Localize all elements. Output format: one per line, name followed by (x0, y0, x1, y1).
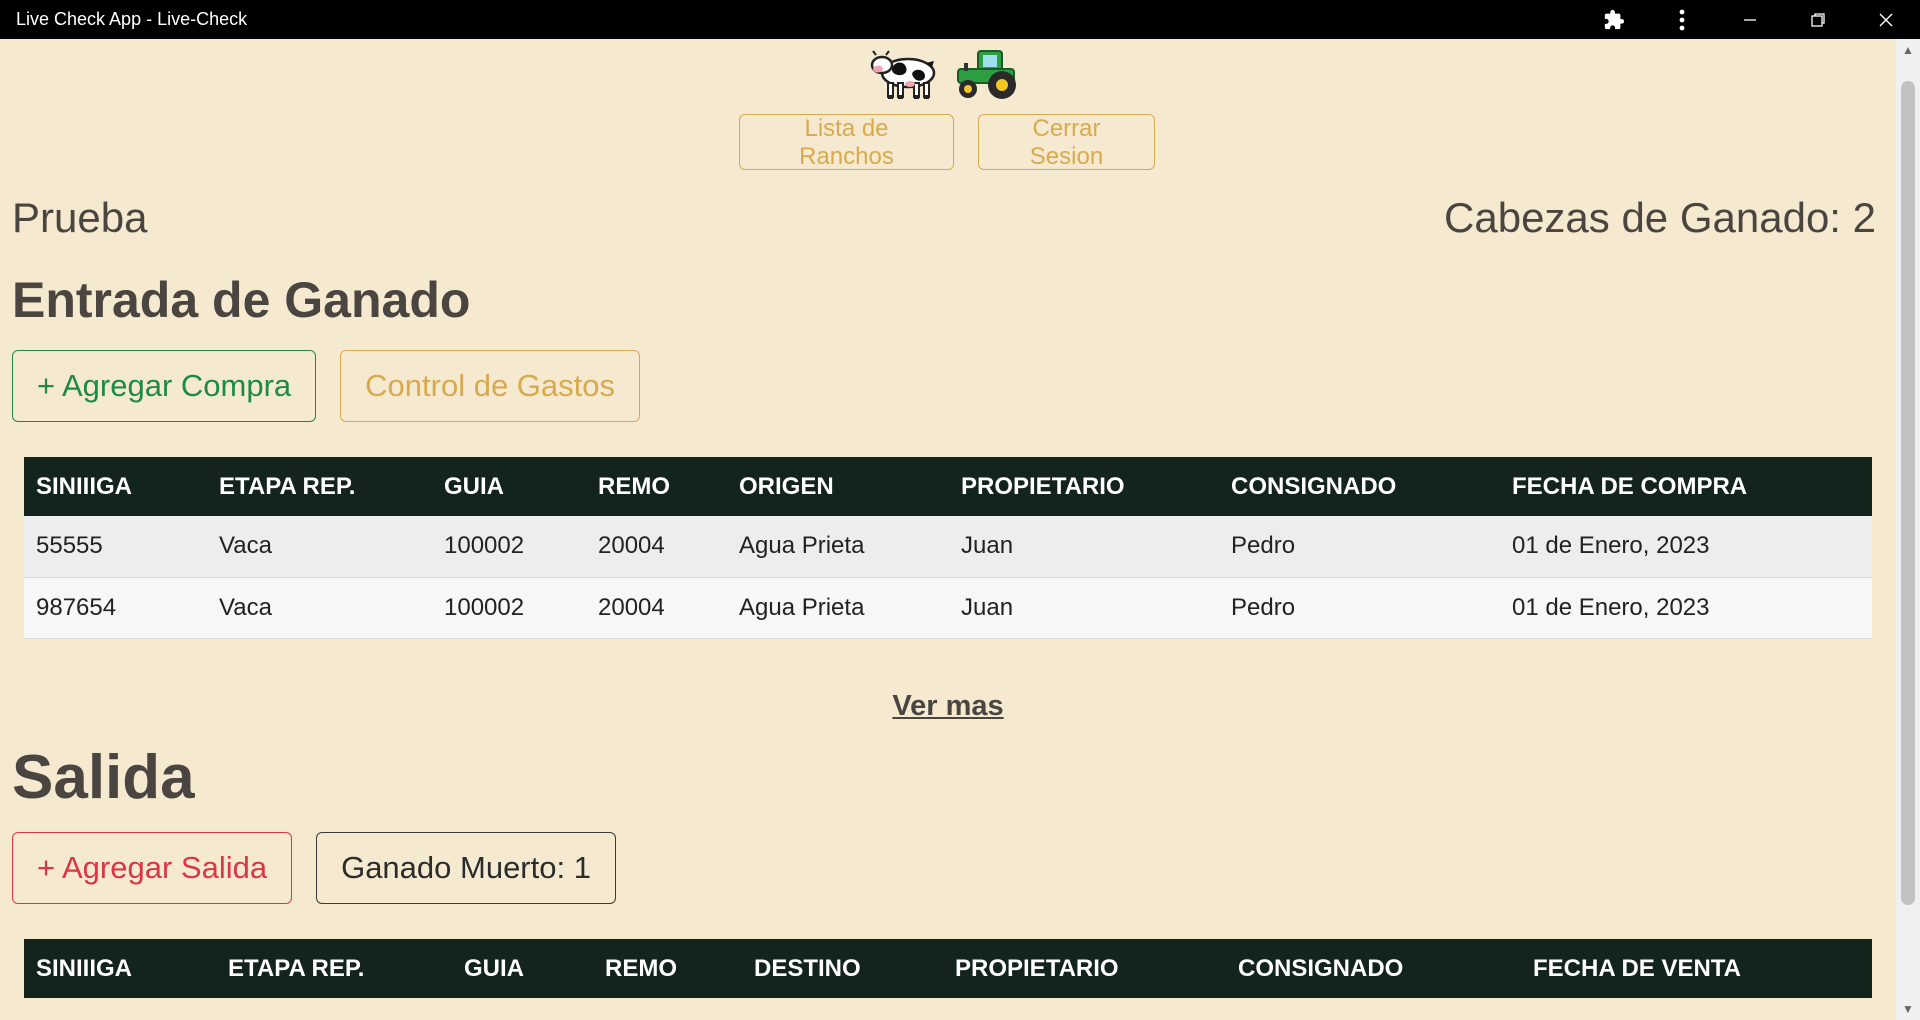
logout-button[interactable]: Cerrar Sesion (978, 114, 1155, 170)
column-header[interactable]: GUIA (432, 457, 586, 516)
ranch-list-button[interactable]: Lista de Ranchos (739, 114, 954, 170)
head-count: Cabezas de Ganado: 2 (1444, 194, 1876, 241)
column-header[interactable]: CONSIGNADO (1219, 457, 1500, 516)
cell-fecha: 01 de Enero, 2023 (1500, 577, 1872, 639)
salida-table: SINIIIGA ETAPA REP. GUIA REMO DESTINO PR… (24, 939, 1872, 998)
top-nav: Lista de Ranchos Cerrar Sesion (739, 114, 1155, 170)
app-logo (870, 43, 1022, 103)
column-header[interactable]: ORIGEN (727, 457, 949, 516)
column-header[interactable]: SINIIIGA (24, 939, 216, 998)
cell-origen: Agua Prieta (727, 516, 949, 578)
column-header[interactable]: REMO (593, 939, 742, 998)
table-header-row: SINIIIGA ETAPA REP. GUIA REMO DESTINO PR… (24, 939, 1872, 998)
cell-guia: 100002 (432, 577, 586, 639)
entrada-table: SINIIIGA ETAPA REP. GUIA REMO ORIGEN PRO… (24, 457, 1872, 639)
window-title: Live Check App - Live-Check (16, 9, 248, 29)
cow-icon (870, 50, 936, 99)
cell-consignado: Pedro (1219, 516, 1500, 578)
column-header[interactable]: GUIA (452, 939, 593, 998)
cell-origen: Agua Prieta (727, 577, 949, 639)
scroll-down-icon[interactable]: ▼ (1896, 998, 1920, 1020)
close-icon[interactable] (1852, 0, 1920, 39)
dead-cattle-button[interactable]: Ganado Muerto: 1 (316, 832, 616, 904)
column-header[interactable]: SINIIIGA (24, 457, 207, 516)
table-row[interactable]: 55555 Vaca 100002 20004 Agua Prieta Juan… (24, 516, 1872, 578)
column-header[interactable]: DESTINO (742, 939, 943, 998)
salida-actions: + Agregar Salida Ganado Muerto: 1 (12, 832, 616, 904)
title-bar: Live Check App - Live-Check (0, 0, 1920, 39)
restore-icon[interactable] (1784, 0, 1852, 39)
extensions-icon[interactable] (1580, 0, 1648, 39)
scrollbar-thumb[interactable] (1901, 81, 1915, 905)
cell-propietario: Juan (949, 577, 1219, 639)
page-content: Lista de Ranchos Cerrar Sesion Prueba Ca… (0, 39, 1896, 1020)
entrada-actions: + Agregar Compra Control de Gastos (12, 350, 641, 422)
column-header[interactable]: ETAPA REP. (207, 457, 432, 516)
more-options-icon[interactable] (1648, 0, 1716, 39)
add-purchase-button[interactable]: + Agregar Compra (12, 350, 317, 422)
cell-siniiiga: 55555 (24, 516, 207, 578)
salida-heading: Salida (12, 743, 195, 812)
table-header-row: SINIIIGA ETAPA REP. GUIA REMO ORIGEN PRO… (24, 457, 1872, 516)
cell-etapa: Vaca (207, 577, 432, 639)
column-header[interactable]: REMO (586, 457, 727, 516)
add-exit-button[interactable]: + Agregar Salida (12, 832, 293, 904)
column-header[interactable]: CONSIGNADO (1226, 939, 1521, 998)
cell-siniiiga: 987654 (24, 577, 207, 639)
vertical-scrollbar[interactable]: ▲ ▼ (1896, 39, 1920, 1020)
see-more: Ver mas (0, 690, 1896, 723)
column-header[interactable]: PROPIETARIO (943, 939, 1226, 998)
entrada-heading: Entrada de Ganado (12, 272, 471, 328)
column-header[interactable]: FECHA DE COMPRA (1500, 457, 1872, 516)
expense-control-button[interactable]: Control de Gastos (340, 350, 641, 422)
scroll-up-icon[interactable]: ▲ (1896, 39, 1920, 61)
tractor-icon (957, 50, 1016, 99)
cell-guia: 100002 (432, 516, 586, 578)
cell-remo: 20004 (586, 577, 727, 639)
ranch-name: Prueba (12, 194, 148, 241)
column-header[interactable]: FECHA DE VENTA (1521, 939, 1872, 998)
table-row[interactable]: 987654 Vaca 100002 20004 Agua Prieta Jua… (24, 577, 1872, 639)
see-more-link[interactable]: Ver mas (892, 690, 1003, 722)
cell-fecha: 01 de Enero, 2023 (1500, 516, 1872, 578)
cell-propietario: Juan (949, 516, 1219, 578)
cell-remo: 20004 (586, 516, 727, 578)
cell-etapa: Vaca (207, 516, 432, 578)
cell-consignado: Pedro (1219, 577, 1500, 639)
column-header[interactable]: PROPIETARIO (949, 457, 1219, 516)
column-header[interactable]: ETAPA REP. (216, 939, 452, 998)
minimize-icon[interactable] (1716, 0, 1784, 39)
